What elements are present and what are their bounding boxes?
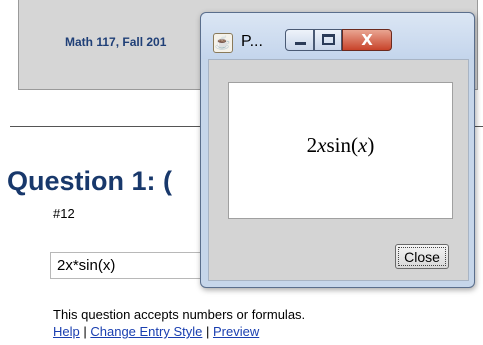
preview-link[interactable]: Preview <box>213 324 259 339</box>
help-link[interactable]: Help <box>53 324 80 339</box>
help-links: Help | Change Entry Style | Preview <box>53 324 259 339</box>
preview-window: ☕ P... X 2xsin(x) Close <box>200 12 475 288</box>
formula-argument: x <box>358 133 368 157</box>
close-button[interactable]: Close <box>395 244 449 269</box>
maximize-icon <box>322 34 335 45</box>
question-heading: Question 1: ( <box>7 166 173 196</box>
link-separator: | <box>79 324 91 339</box>
question-number: #12 <box>53 206 75 221</box>
formula-coefficient: 2 <box>306 133 318 157</box>
formula-preview: 2xsin(x) <box>229 133 452 158</box>
change-entry-style-link[interactable]: Change Entry Style <box>90 324 202 339</box>
course-title: Math 117, Fall 201 <box>65 35 167 49</box>
help-text: This question accepts numbers or formula… <box>53 307 306 322</box>
link-separator: | <box>202 324 213 339</box>
answer-input[interactable] <box>50 252 210 279</box>
formula-paren-close: ) <box>367 133 375 157</box>
window-content: 2xsin(x) Close <box>208 59 469 281</box>
java-icon: ☕ <box>213 33 233 53</box>
window-title: P... <box>241 33 263 50</box>
window-close-button[interactable]: X <box>342 29 392 51</box>
minimize-button[interactable] <box>285 29 314 51</box>
formula-function: sin <box>326 133 351 157</box>
maximize-button[interactable] <box>314 29 342 51</box>
formula-preview-pane: 2xsin(x) <box>228 82 453 219</box>
window-titlebar[interactable]: ☕ P... X <box>201 13 474 59</box>
close-icon: X <box>361 31 373 49</box>
formula-paren-open: ( <box>351 133 358 157</box>
minimize-icon <box>295 42 306 45</box>
